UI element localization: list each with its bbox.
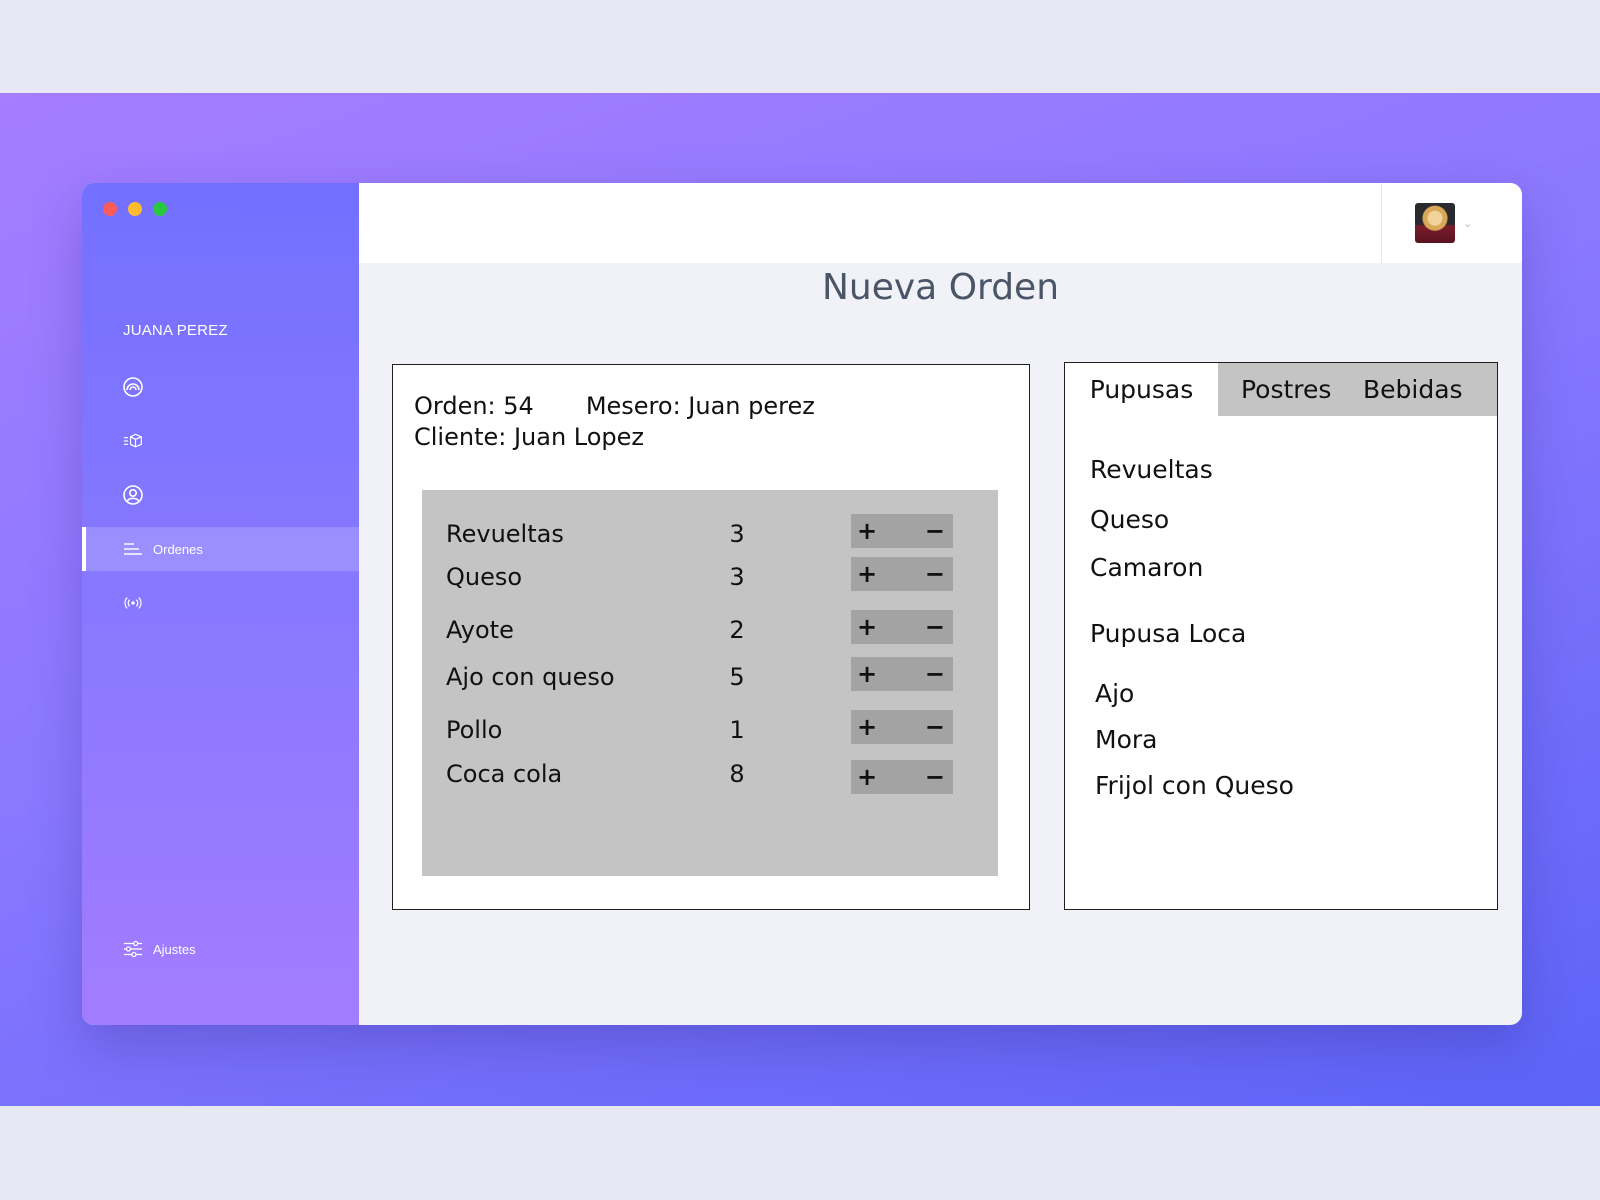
quantity-stepper: + − — [851, 610, 953, 644]
decrease-button[interactable]: − — [925, 562, 945, 586]
products-icon — [123, 433, 142, 448]
order-item-row: Revueltas 3 + − — [422, 514, 998, 548]
order-item-row: Ajo con queso 5 + − — [422, 657, 998, 691]
increase-button[interactable]: + — [857, 765, 877, 789]
order-item-name: Ajo con queso — [446, 663, 615, 691]
quantity-stepper: + − — [851, 657, 953, 691]
sidebar-item-ordenes[interactable]: Ordenes — [82, 527, 359, 571]
decrease-button[interactable]: − — [925, 519, 945, 543]
quantity-stepper: + − — [851, 514, 953, 548]
order-item-row: Coca cola 8 + − — [422, 760, 998, 794]
increase-button[interactable]: + — [857, 615, 877, 639]
order-item-qty: 1 — [729, 716, 745, 744]
sidebar-user-name: JUANA PEREZ — [123, 322, 228, 339]
minimize-window-button[interactable] — [128, 202, 142, 216]
sidebar-item-users[interactable] — [82, 473, 359, 517]
window-controls — [103, 202, 167, 216]
order-panel: Orden: 54 Mesero: Juan perez Cliente: Jua… — [392, 364, 1030, 910]
order-item-row: Queso 3 + − — [422, 557, 998, 591]
order-item-name: Coca cola — [446, 760, 563, 788]
increase-button[interactable]: + — [857, 519, 877, 543]
zoom-window-button[interactable] — [153, 202, 167, 216]
page-title: Nueva Orden — [821, 267, 1060, 308]
order-item-name: Ayote — [446, 616, 514, 644]
menu-item-frijol-con-queso[interactable]: Frijol con Queso — [1095, 771, 1294, 800]
order-item-name: Pollo — [446, 716, 503, 744]
menu-item-mora[interactable]: Mora — [1095, 725, 1157, 754]
sidebar-item-products[interactable] — [82, 419, 359, 463]
order-items-list: Revueltas 3 + − Queso 3 + − Ayote 2 + − … — [422, 490, 998, 876]
order-waiter: Mesero: Juan perez — [585, 392, 815, 420]
sliders-icon — [123, 940, 143, 958]
menu-tabs: Pupusas Postres Bebidas — [1065, 363, 1497, 416]
dashboard-icon — [123, 377, 143, 397]
broadcast-icon — [124, 597, 142, 609]
order-item-row: Pollo 1 + − — [422, 710, 998, 744]
order-info: Orden: 54 Mesero: Juan perez Cliente: Jua… — [414, 391, 815, 453]
top-bar: ⌄ — [359, 183, 1522, 263]
orders-icon — [124, 543, 142, 555]
decrease-button[interactable]: − — [925, 662, 945, 686]
order-item-qty: 3 — [729, 563, 745, 591]
sidebar-item-dashboard[interactable] — [82, 365, 359, 409]
menu-item-camaron[interactable]: Camaron — [1090, 553, 1203, 582]
order-item-qty: 8 — [729, 760, 745, 788]
order-client: Cliente: Juan Lopez — [414, 423, 645, 451]
user-icon — [123, 485, 143, 505]
decrease-button[interactable]: − — [925, 615, 945, 639]
main-content: ⌄ Nueva Orden Orden: 54 Mesero: Juan pere… — [359, 183, 1522, 1025]
menu-item-pupusa-loca[interactable]: Pupusa Loca — [1090, 619, 1246, 648]
menu-item-queso[interactable]: Queso — [1090, 505, 1169, 534]
user-menu[interactable]: ⌄ — [1381, 183, 1522, 263]
order-number: Orden: 54 — [414, 392, 534, 420]
sidebar: JUANA PEREZ Ordenes Ajustes — [82, 183, 359, 1025]
sidebar-item-broadcast[interactable] — [82, 581, 359, 625]
increase-button[interactable]: + — [857, 562, 877, 586]
tab-bebidas[interactable]: Bebidas — [1363, 363, 1463, 416]
tab-postres[interactable]: Postres — [1241, 363, 1331, 416]
chevron-down-icon[interactable]: ⌄ — [1463, 217, 1472, 230]
sidebar-item-ajustes[interactable]: Ajustes — [82, 927, 359, 971]
order-item-qty: 5 — [729, 663, 745, 691]
quantity-stepper: + − — [851, 557, 953, 591]
menu-item-ajo[interactable]: Ajo — [1095, 679, 1134, 708]
menu-item-revueltas[interactable]: Revueltas — [1090, 455, 1213, 484]
menu-panel: Pupusas Postres Bebidas Revueltas Queso … — [1064, 362, 1498, 910]
close-window-button[interactable] — [103, 202, 117, 216]
quantity-stepper: + − — [851, 760, 953, 794]
increase-button[interactable]: + — [857, 662, 877, 686]
app-window: JUANA PEREZ Ordenes Ajustes ⌄ Nueva Orde… — [82, 183, 1522, 1025]
order-item-row: Ayote 2 + − — [422, 610, 998, 644]
decrease-button[interactable]: − — [925, 765, 945, 789]
tab-pupusas[interactable]: Pupusas — [1065, 363, 1218, 416]
increase-button[interactable]: + — [857, 715, 877, 739]
order-item-qty: 3 — [729, 520, 745, 548]
order-item-qty: 2 — [729, 616, 745, 644]
avatar[interactable] — [1415, 203, 1455, 243]
order-item-name: Queso — [446, 563, 523, 591]
settings-label: Ajustes — [153, 941, 196, 957]
order-item-name: Revueltas — [446, 520, 564, 548]
sidebar-item-label: Ordenes — [153, 541, 203, 557]
quantity-stepper: + − — [851, 710, 953, 744]
decrease-button[interactable]: − — [925, 715, 945, 739]
